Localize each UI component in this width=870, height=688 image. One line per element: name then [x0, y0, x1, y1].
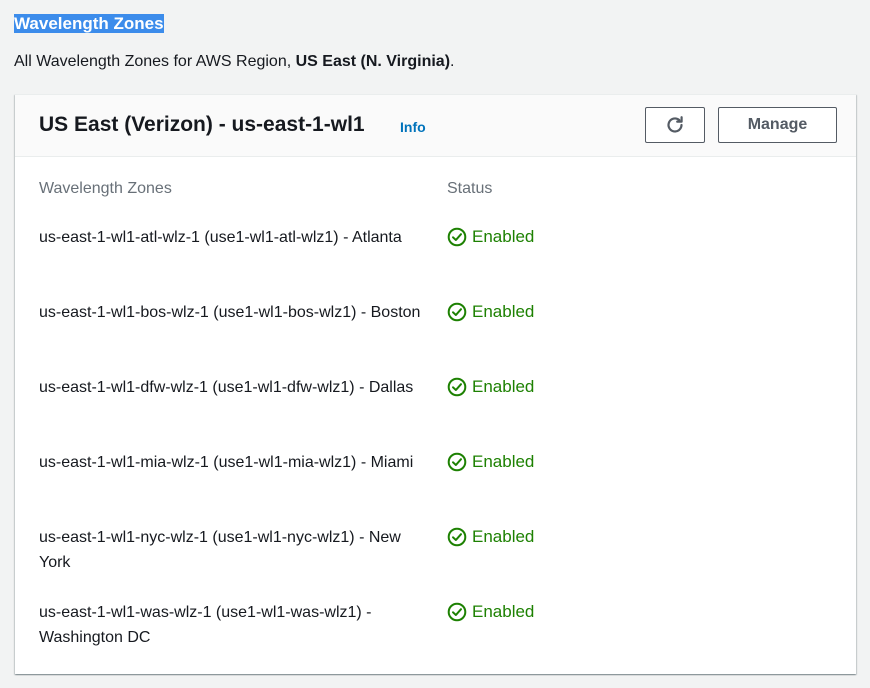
- column-header-status: Status: [447, 180, 493, 197]
- page-description: All Wavelength Zones for AWS Region, US …: [14, 51, 454, 73]
- status-indicator: Enabled: [447, 301, 534, 323]
- status-label: Enabled: [472, 602, 535, 621]
- status-label: Enabled: [472, 377, 535, 396]
- zone-name: us-east-1-wl1-was-wlz-1 (use1-wl1-was-wl…: [39, 604, 372, 646]
- check-circle-icon: [447, 452, 467, 472]
- zone-name: us-east-1-wl1-dfw-wlz-1 (use1-wl1-dfw-wl…: [39, 379, 414, 396]
- table-row: us-east-1-wl1-was-wlz-1 (use1-wl1-was-wl…: [15, 600, 856, 650]
- zone-name: us-east-1-wl1-mia-wlz-1 (use1-wl1-mia-wl…: [39, 454, 414, 471]
- panel-header: US East (Verizon) - us-east-1-wl1 Info M…: [15, 95, 856, 157]
- region-name: US East (N. Virginia): [295, 53, 451, 70]
- status-indicator: Enabled: [447, 451, 534, 473]
- status-indicator: Enabled: [447, 226, 534, 248]
- table-row: us-east-1-wl1-dfw-wlz-1 (use1-wl1-dfw-wl…: [15, 375, 856, 425]
- zone-name: us-east-1-wl1-atl-wlz-1 (use1-wl1-atl-wl…: [39, 229, 402, 246]
- column-header-wavelength-zones: Wavelength Zones: [39, 180, 172, 197]
- refresh-icon: [667, 116, 683, 133]
- check-circle-icon: [447, 527, 467, 547]
- manage-button[interactable]: Manage: [718, 107, 837, 143]
- table-row: us-east-1-wl1-nyc-wlz-1 (use1-wl1-nyc-wl…: [15, 525, 856, 575]
- status-label: Enabled: [472, 227, 535, 246]
- page-title-text: Wavelength Zones: [14, 14, 164, 33]
- status-label: Enabled: [472, 527, 535, 546]
- status-label: Enabled: [472, 302, 535, 321]
- page-description-prefix: All Wavelength Zones for AWS Region,: [14, 53, 296, 70]
- info-link[interactable]: Info: [400, 117, 426, 137]
- table-row: us-east-1-wl1-bos-wlz-1 (use1-wl1-bos-wl…: [15, 300, 856, 350]
- table-row: us-east-1-wl1-atl-wlz-1 (use1-wl1-atl-wl…: [15, 225, 856, 275]
- status-indicator: Enabled: [447, 526, 534, 548]
- zone-name: us-east-1-wl1-bos-wlz-1 (use1-wl1-bos-wl…: [39, 304, 421, 321]
- status-indicator: Enabled: [447, 601, 534, 623]
- status-label: Enabled: [472, 452, 535, 471]
- page-title: Wavelength Zones: [14, 12, 164, 36]
- check-circle-icon: [447, 602, 467, 622]
- check-circle-icon: [447, 227, 467, 247]
- page-description-suffix: .: [450, 53, 455, 70]
- table-row: us-east-1-wl1-mia-wlz-1 (use1-wl1-mia-wl…: [15, 450, 856, 500]
- refresh-button[interactable]: [645, 107, 705, 143]
- check-circle-icon: [447, 302, 467, 322]
- status-indicator: Enabled: [447, 376, 534, 398]
- wavelength-zone-group-panel: US East (Verizon) - us-east-1-wl1 Info M…: [15, 94, 856, 674]
- check-circle-icon: [447, 377, 467, 397]
- panel-title: US East (Verizon) - us-east-1-wl1: [39, 113, 365, 136]
- zone-name: us-east-1-wl1-nyc-wlz-1 (use1-wl1-nyc-wl…: [39, 529, 401, 571]
